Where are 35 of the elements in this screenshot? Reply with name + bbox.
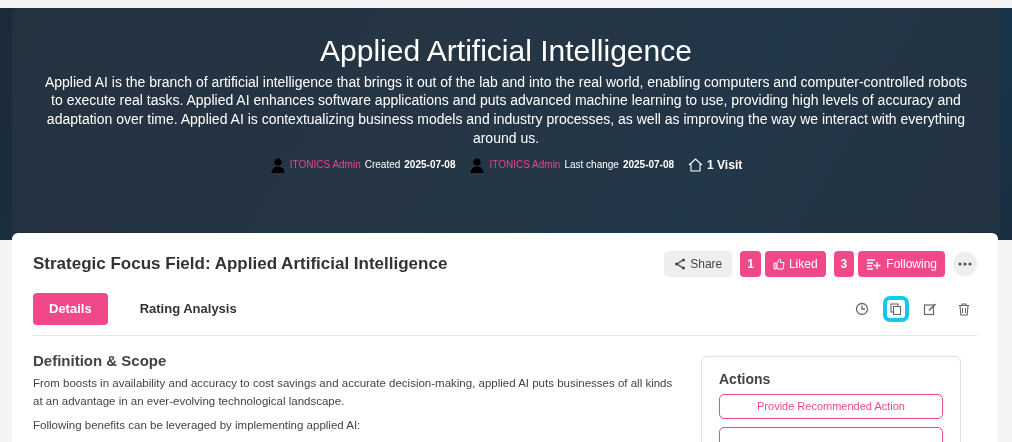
hero-description: Applied AI is the branch of artificial intelligence that brings it out of the lab and into the real world, enabling computers and computer-controlled robots to execute real tasks. Applied AI enhances software applications and puts advanced machine learning to use, providing high levels of accuracy and adaptation over time. Applied AI is contextualizing business models and industry processes, as well as improving the way we interact with everything around us. xyxy=(43,72,969,148)
meta-label: Last change xyxy=(564,158,619,172)
user-link[interactable]: ITONICS Admin xyxy=(289,157,361,172)
visit-count: 1 Visit xyxy=(707,156,743,174)
action-button[interactable]: Provide Recommended Action xyxy=(719,394,943,419)
like-count: 1 xyxy=(740,251,761,277)
meta-date: 2025-07-08 xyxy=(622,158,675,172)
copy-icon xyxy=(889,301,903,316)
meta-label: Created xyxy=(364,158,401,172)
page-title: Strategic Focus Field: Applied Artificial Intelligence xyxy=(33,253,448,275)
section-heading: Definition & Scope xyxy=(33,351,168,370)
following-button[interactable]: Following xyxy=(858,251,945,277)
tab[interactable]: Details xyxy=(33,293,108,325)
avatar-icon xyxy=(269,156,286,173)
hero-title: Applied Artificial Intelligence xyxy=(319,34,693,69)
more-icon xyxy=(958,262,972,266)
user-link[interactable]: ITONICS Admin xyxy=(489,157,561,172)
paragraph: From boosts in availability and accuracy to cost savings and accurate decision-making, applied AI puts businesses of all kinds at an advantage in an ever-evolving technological landscape. xyxy=(33,375,674,409)
house-icon xyxy=(688,157,704,172)
avatar-icon xyxy=(469,156,486,173)
delete-icon xyxy=(957,301,971,316)
thumbs-up-icon xyxy=(772,258,785,270)
liked-button[interactable]: Liked xyxy=(764,251,826,277)
list-plus-icon xyxy=(866,258,883,270)
share-icon xyxy=(674,258,687,270)
share-button[interactable]: Share xyxy=(664,251,733,277)
meta-date: 2025-07-08 xyxy=(404,158,456,172)
follower-count: 3 xyxy=(833,251,855,277)
paragraph: Following benefits can be leveraged by implementing applied AI: xyxy=(33,418,362,434)
history-icon xyxy=(855,301,869,316)
panel-heading: Actions xyxy=(719,370,772,388)
cut-off-button[interactable] xyxy=(719,426,943,442)
more-button[interactable] xyxy=(953,252,977,276)
tab[interactable]: Rating Analysis xyxy=(123,293,253,325)
edit-icon xyxy=(923,301,937,316)
